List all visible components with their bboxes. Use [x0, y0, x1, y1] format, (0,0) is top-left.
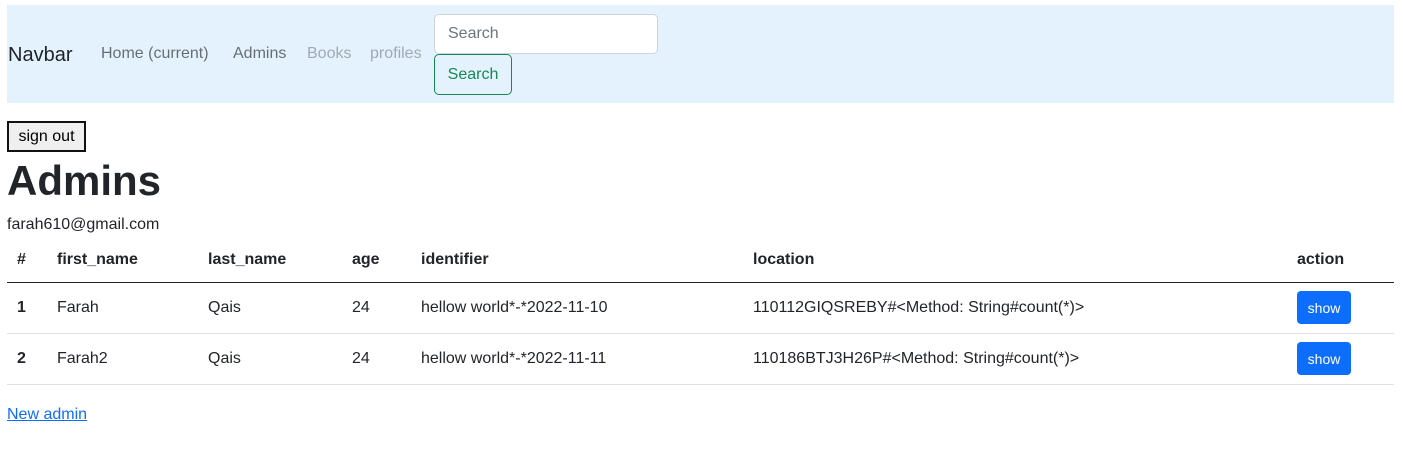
search-button[interactable]: Search	[434, 54, 512, 95]
column-header-number: #	[7, 238, 47, 283]
navbar-brand[interactable]: Navbar	[8, 43, 72, 67]
column-header-action: action	[1287, 238, 1394, 283]
nav-link-books[interactable]: Books	[307, 44, 351, 64]
sign-out-button[interactable]: sign out	[7, 121, 86, 152]
page-title: Admins	[7, 157, 162, 204]
nav-link-admins[interactable]: Admins	[233, 44, 286, 64]
action-cell: show	[1287, 282, 1394, 334]
column-header-location: location	[743, 238, 1287, 283]
row-number: 2	[7, 333, 47, 385]
column-header-age: age	[342, 238, 411, 283]
first-name-cell: Farah2	[47, 333, 198, 385]
show-button[interactable]: show	[1297, 291, 1351, 324]
navbar: Navbar Home (current) Admins Books profi…	[7, 5, 1394, 103]
table-header-row: # first_name last_name age identifier lo…	[7, 238, 1394, 283]
identifier-cell: hellow world*-*2022-11-11	[411, 333, 743, 385]
last-name-cell: Qais	[198, 282, 342, 334]
search-input[interactable]	[434, 14, 658, 54]
first-name-cell: Farah	[47, 282, 198, 334]
table-row: 1 Farah Qais 24 hellow world*-*2022-11-1…	[7, 282, 1394, 334]
nav-link-profiles[interactable]: profiles	[370, 44, 422, 64]
age-cell: 24	[342, 282, 411, 334]
nav-link-home[interactable]: Home (current)	[101, 44, 209, 64]
action-cell: show	[1287, 333, 1394, 385]
column-header-first-name: first_name	[47, 238, 198, 283]
table-row: 2 Farah2 Qais 24 hellow world*-*2022-11-…	[7, 333, 1394, 385]
last-name-cell: Qais	[198, 333, 342, 385]
new-admin-link[interactable]: New admin	[7, 405, 87, 425]
show-button[interactable]: show	[1297, 342, 1351, 375]
admins-table: # first_name last_name age identifier lo…	[7, 238, 1394, 385]
age-cell: 24	[342, 333, 411, 385]
identifier-cell: hellow world*-*2022-11-10	[411, 282, 743, 334]
location-cell: 110186BTJ3H26P#<Method: String#count(*)>	[743, 333, 1287, 385]
column-header-identifier: identifier	[411, 238, 743, 283]
location-cell: 110112GIQSREBY#<Method: String#count(*)>	[743, 282, 1287, 334]
page: Navbar Home (current) Admins Books profi…	[0, 0, 1403, 452]
user-email: farah610@gmail.com	[7, 216, 160, 233]
column-header-last-name: last_name	[198, 238, 342, 283]
row-number: 1	[7, 282, 47, 334]
